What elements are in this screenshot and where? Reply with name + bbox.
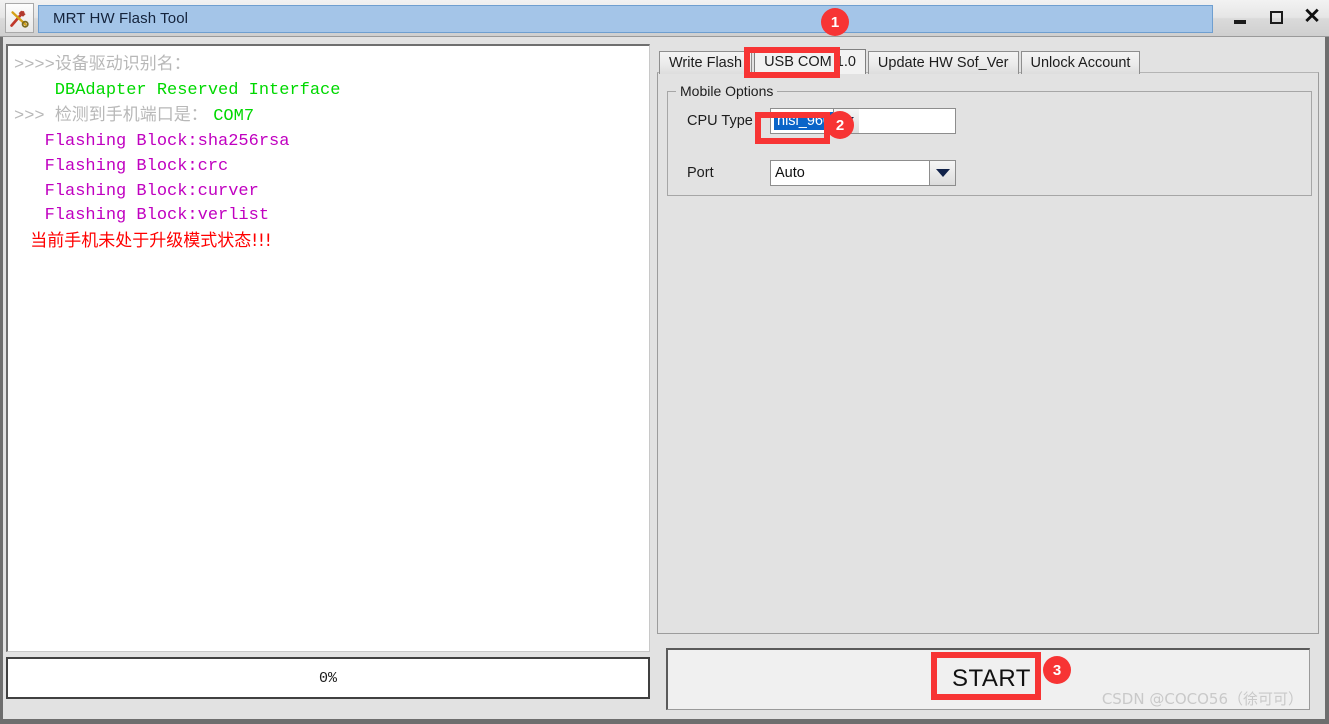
- title-strip: MRT HW Flash Tool: [38, 5, 1213, 33]
- port-value: Auto: [775, 165, 805, 181]
- log-segment: >>>>: [14, 56, 55, 75]
- progress-bar: 0%: [6, 657, 650, 699]
- title-bar[interactable]: MRT HW Flash Tool ✕: [0, 0, 1329, 37]
- log-segment: Flashing Block:curver: [14, 181, 259, 201]
- cpu-type-value: hisi_960: [774, 112, 834, 130]
- log-line: >>>>设备驱动识别名：: [14, 52, 649, 79]
- cpu-type-combobox[interactable]: hisi_960: [770, 108, 956, 134]
- log-output-panel[interactable]: >>>>设备驱动识别名： DBAdapter Reserved Interfac…: [6, 44, 650, 652]
- annotation-badge-1: 1: [821, 8, 849, 36]
- port-label: Port: [687, 165, 714, 181]
- log-line: Flashing Block:verlist: [14, 204, 649, 229]
- log-segment: 当前手机未处于升级模式状态!!!: [14, 230, 272, 251]
- tab-usb-com-1-0[interactable]: USB COM 1.0: [754, 49, 866, 74]
- window-title: MRT HW Flash Tool: [53, 10, 189, 27]
- app-window: MRT HW Flash Tool ✕ >>>>设备驱动识别名： DBAdapt…: [0, 0, 1329, 724]
- progress-label: 0%: [318, 669, 337, 687]
- mobile-options-group: Mobile Options CPU Type hisi_960 Port Au…: [667, 83, 1312, 196]
- tools-icon: [5, 3, 34, 33]
- tab-label: USB COM 1.0: [764, 54, 856, 70]
- tab-write-flash[interactable]: Write Flash: [659, 51, 753, 74]
- chevron-down-icon[interactable]: [929, 161, 955, 185]
- watermark: CSDN @COCO56（徐可可）: [1101, 690, 1303, 708]
- log-line: 当前手机未处于升级模式状态!!!: [14, 229, 649, 256]
- log-line: Flashing Block:sha256rsa: [14, 130, 649, 155]
- tab-unlock-account[interactable]: Unlock Account: [1020, 51, 1141, 74]
- log-line: >>> 检测到手机端口是： COM7: [14, 103, 649, 130]
- log-line: Flashing Block:curver: [14, 180, 649, 205]
- tab-strip: Write Flash USB COM 1.0 Update HW Sof_Ver U…: [659, 49, 1142, 74]
- log-line: DBAdapter Reserved Interface: [14, 79, 649, 104]
- tab-label: Write Flash: [669, 55, 743, 71]
- port-combobox[interactable]: Auto: [770, 160, 956, 186]
- log-segment: DBAdapter Reserved Interface: [14, 80, 341, 100]
- mobile-options-title: Mobile Options: [676, 83, 778, 99]
- log-segment: Flashing Block:crc: [14, 156, 229, 176]
- log-lines: >>>>设备驱动识别名： DBAdapter Reserved Interfac…: [8, 46, 649, 256]
- cpu-type-label: CPU Type: [687, 113, 753, 129]
- log-segment: COM7: [213, 107, 255, 127]
- minimize-icon[interactable]: [1229, 6, 1251, 28]
- tab-label: Unlock Account: [1030, 55, 1131, 71]
- tab-label: Update HW Sof_Ver: [877, 55, 1009, 71]
- log-segment: >>>: [14, 107, 55, 127]
- log-segment: Flashing Block:verlist: [14, 206, 270, 226]
- annotation-badge-2: 2: [826, 111, 854, 139]
- log-segment: Flashing Block:sha256rsa: [14, 132, 290, 152]
- annotation-badge-3: 3: [1043, 656, 1071, 684]
- start-button[interactable]: START: [939, 659, 1044, 699]
- start-area: START CSDN @COCO56（徐可可）: [666, 648, 1310, 710]
- tab-panel-usb-com: Mobile Options CPU Type hisi_960 Port Au…: [657, 72, 1319, 634]
- maximize-icon[interactable]: [1265, 6, 1287, 28]
- log-segment: 设备驱动识别名：: [54, 54, 191, 74]
- tab-update-hw-sof-ver[interactable]: Update HW Sof_Ver: [867, 51, 1019, 74]
- log-segment: 检测到手机端口是：: [54, 105, 214, 126]
- close-icon[interactable]: ✕: [1301, 6, 1323, 28]
- window-controls: ✕: [1229, 6, 1323, 28]
- log-line: Flashing Block:crc: [14, 155, 649, 180]
